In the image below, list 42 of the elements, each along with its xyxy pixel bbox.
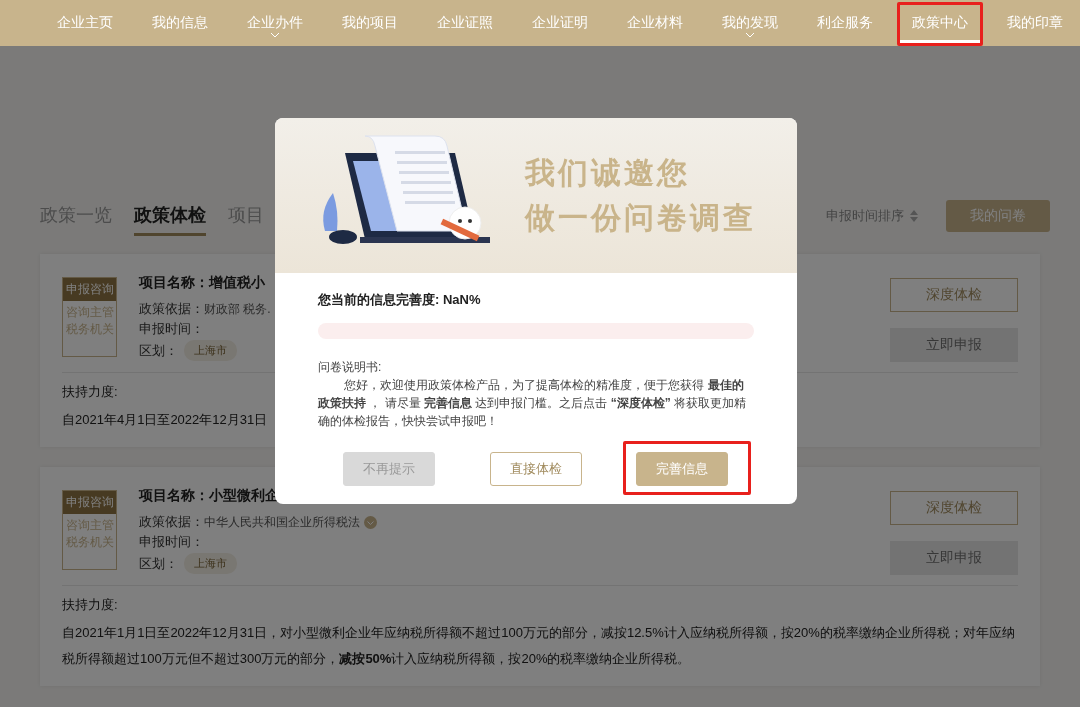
intro-label: 问卷说明书: (318, 359, 383, 376)
region-label: 区划： (139, 554, 178, 573)
dialog-title: 做一份问卷调查 (525, 199, 756, 236)
region-chip: 上海市 (184, 340, 237, 361)
nav-item[interactable]: 利企服务 (805, 5, 885, 43)
dialog-title: 我们诚邀您 (525, 154, 691, 191)
basis-label: 政策依据： (139, 513, 204, 531)
support-label: 扶持力度: (62, 596, 118, 614)
time-label: 申报时间： (139, 320, 204, 338)
nav-item[interactable]: 我的印章 (995, 5, 1075, 43)
nav-item[interactable]: 企业证照 (425, 5, 505, 43)
basis-label: 政策依据： (139, 300, 204, 318)
card-button[interactable]: 深度体检 (890, 278, 1018, 312)
support-text: 自2021年1月1日至2022年12月31日，对小型微利企业年应纳税所得额不超过100万元的部分，减按12.5%计入应纳税所得额，按20%的税率缴纳企业所得税；对年应纳税所得额超过100万元但不超过300万元的部分，减按50%计入应纳税所得额，按20%的税率缴纳企业所得税。 (62, 624, 1016, 668)
nav-item[interactable]: 我的项目 (330, 5, 410, 43)
support-label: 扶持力度: (62, 383, 118, 401)
tag-title: 申报咨询 (63, 491, 116, 514)
nav-item[interactable]: 政策中心 (900, 5, 980, 43)
nav-item[interactable]: 我的发现 (710, 5, 790, 43)
nav-item[interactable]: 企业材料 (615, 5, 695, 43)
support-text: 自2021年4月1日至2022年12月31日 (62, 411, 268, 429)
completeness-text: 您当前的信息完善度: NaN% (318, 291, 482, 309)
tag-title: 申报咨询 (63, 278, 116, 301)
dialog-button[interactable]: 直接体检 (489, 452, 582, 486)
project-title: 项目名称：增值税小 (139, 274, 266, 292)
sort-icon (910, 210, 918, 222)
chevron-down-icon (271, 33, 279, 38)
region-chip: 上海市 (184, 553, 237, 574)
nav-item[interactable]: 企业证明 (520, 5, 600, 43)
nav-item[interactable]: 我的信息 (140, 5, 220, 43)
intro-text: 您好，欢迎使用政策体检产品，为了提高体检的精准度，便于您获得 最佳的政策扶持 ， 请尽量 完善信息 达到申报门槛。之后点击 “深度体检” 将获取更加精确的体检报告，快快尝试申报吧！ (318, 377, 748, 430)
region-label: 区划： (139, 341, 178, 360)
chevron-down-icon (746, 33, 754, 38)
basis-value: 财政部 税务. (204, 300, 271, 318)
nav-item[interactable]: 企业办件 (235, 5, 315, 43)
basis-value: 中华人民共和国企业所得税法 (204, 513, 360, 531)
card-button[interactable]: 深度体检 (890, 491, 1018, 525)
dialog-button[interactable]: 完善信息 (636, 452, 728, 486)
dialog-button[interactable]: 不再提示 (343, 452, 435, 486)
time-label: 申报时间： (139, 533, 204, 551)
nav-item[interactable]: 企业主页 (45, 5, 125, 43)
tab[interactable]: 政策体检 (134, 196, 206, 236)
